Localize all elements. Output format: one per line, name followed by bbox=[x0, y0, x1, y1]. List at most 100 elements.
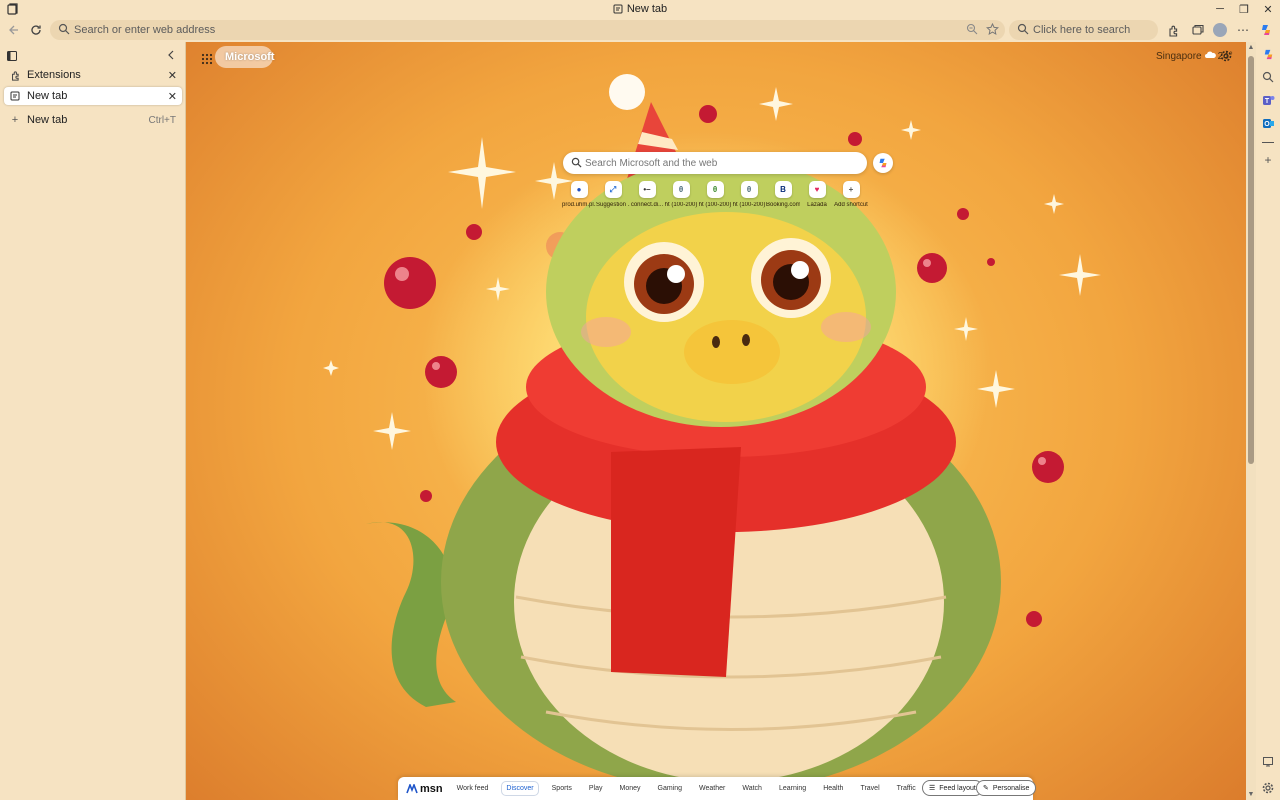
feed-tab-travel[interactable]: Travel bbox=[856, 782, 883, 795]
copilot-search-button[interactable] bbox=[873, 153, 893, 173]
shortcut-label: Suggestion ... bbox=[596, 202, 630, 208]
shortcut-label: Lazada bbox=[807, 202, 827, 208]
tab-label: Extensions bbox=[27, 69, 81, 81]
extensions-icon bbox=[9, 69, 21, 81]
close-window-button[interactable]: ✕ bbox=[1256, 0, 1280, 18]
app-launcher-icon[interactable] bbox=[198, 50, 216, 68]
scroll-down-arrow-icon[interactable]: ▼ bbox=[1247, 791, 1255, 798]
svg-text:O: O bbox=[1264, 121, 1270, 128]
scrollbar-thumb[interactable] bbox=[1248, 56, 1254, 464]
shortcut-label: ht (100-200) bbox=[732, 202, 766, 208]
page-icon bbox=[613, 4, 623, 17]
feed-tab-learning[interactable]: Learning bbox=[775, 782, 810, 795]
msn-butterfly-icon bbox=[406, 783, 418, 793]
page-icon bbox=[9, 90, 21, 102]
right-sidebar: T O + bbox=[1256, 42, 1280, 800]
toolbar-search-box[interactable] bbox=[1009, 20, 1158, 40]
close-tab-icon[interactable]: ✕ bbox=[168, 90, 177, 103]
window-title-text: New tab bbox=[626, 3, 668, 15]
zoom-icon[interactable] bbox=[966, 23, 980, 37]
feed-tab-watch[interactable]: Watch bbox=[738, 782, 766, 795]
microsoft-button[interactable]: Microsoft bbox=[215, 46, 275, 68]
minimize-button[interactable]: ─ bbox=[1208, 0, 1232, 18]
copilot-icon bbox=[879, 158, 887, 168]
avatar bbox=[1213, 23, 1227, 37]
feed-tab-weather[interactable]: Weather bbox=[695, 782, 729, 795]
layout-icon: ☰ bbox=[929, 785, 936, 792]
search-icon[interactable] bbox=[1260, 69, 1276, 85]
page-scrollbar[interactable]: ▲ ▼ bbox=[1246, 42, 1256, 800]
close-tab-icon[interactable]: ✕ bbox=[168, 69, 177, 82]
tab-actions-icon[interactable] bbox=[6, 50, 18, 65]
site-favicon-icon: ⤢ bbox=[604, 181, 622, 198]
window-title: New tab bbox=[0, 3, 1280, 17]
search-icon bbox=[58, 23, 72, 37]
site-favicon-icon: θ bbox=[672, 181, 690, 198]
personalise-label: Personalise bbox=[992, 784, 1030, 792]
feed-tab-discover[interactable]: Discover bbox=[501, 781, 539, 796]
new-tab-button[interactable]: + New tab Ctrl+T bbox=[4, 111, 182, 129]
address-input[interactable] bbox=[74, 22, 924, 38]
tab-new-tab[interactable]: New tab ✕ bbox=[4, 87, 182, 105]
personalise-button[interactable]: ✎ Personalise bbox=[976, 780, 1037, 796]
toolbar-search-input[interactable] bbox=[1033, 22, 1153, 38]
shortcut-tile[interactable]: •– connect.di... bbox=[630, 181, 664, 221]
sidebar-divider bbox=[1260, 134, 1276, 150]
personalise-icon: ✎ bbox=[983, 785, 989, 792]
collapse-panel-icon[interactable] bbox=[166, 49, 176, 64]
outlook-icon[interactable]: O bbox=[1260, 115, 1276, 131]
shortcut-tile[interactable]: B Booking.com bbox=[766, 181, 800, 221]
shortcut-label: ht (100-200) bbox=[698, 202, 732, 208]
favorite-star-icon[interactable] bbox=[986, 22, 1000, 37]
feed-tab-work-feed[interactable]: Work feed bbox=[453, 782, 493, 795]
site-favicon-icon: B bbox=[774, 181, 792, 198]
feed-tab-sports[interactable]: Sports bbox=[548, 782, 576, 795]
quick-links: ● prod.uhm.pl... ⤢ Suggestion ... •– connect.… bbox=[562, 181, 868, 221]
back-button[interactable] bbox=[6, 22, 22, 38]
feed-tab-money[interactable]: Money bbox=[616, 782, 645, 795]
new-tab-page: Microsoft Singapore 24° ●prod.uhm.pl...⤢… bbox=[186, 42, 1246, 800]
tab-panel-header bbox=[6, 50, 182, 64]
ntp-search-input[interactable] bbox=[585, 155, 855, 171]
add-sidebar-app-icon[interactable]: + bbox=[1260, 152, 1276, 168]
msn-logo[interactable]: msn bbox=[406, 783, 443, 795]
profile-avatar[interactable] bbox=[1212, 22, 1228, 38]
tab-label: New tab bbox=[27, 90, 68, 102]
restore-button[interactable]: ❐ bbox=[1232, 0, 1256, 18]
navigation-bar: ⋯ bbox=[0, 18, 1280, 42]
shortcut-tile[interactable]: ● prod.uhm.pl... bbox=[562, 181, 596, 221]
copilot-icon[interactable] bbox=[1258, 22, 1274, 38]
address-bar[interactable] bbox=[50, 20, 1005, 40]
shortcut-tile[interactable]: ♥ Lazada bbox=[800, 181, 834, 221]
shortcut-tile[interactable]: θ ht (100-200) bbox=[664, 181, 698, 221]
page-settings-gear-icon[interactable] bbox=[1220, 50, 1234, 64]
ntp-search-box[interactable] bbox=[563, 152, 867, 174]
shortcut-tile[interactable]: θ ht (100-200) bbox=[698, 181, 732, 221]
feed-tab-play[interactable]: Play bbox=[585, 782, 607, 795]
hide-sidebar-icon[interactable] bbox=[1260, 754, 1276, 770]
msn-feed-bar: msn Work feed Discover Sports Play Money Gami… bbox=[398, 777, 1037, 800]
feed-tab-health[interactable]: Health bbox=[819, 782, 847, 795]
sidebar-settings-gear-icon[interactable] bbox=[1260, 780, 1276, 796]
feed-tab-gaming[interactable]: Gaming bbox=[654, 782, 687, 795]
more-menu-button[interactable]: ⋯ bbox=[1235, 22, 1251, 38]
site-favicon-icon: ♥ bbox=[808, 181, 826, 198]
collections-icon[interactable] bbox=[1190, 22, 1206, 38]
title-bar: New tab ─ ❐ ✕ bbox=[0, 0, 1280, 18]
teams-icon[interactable]: T bbox=[1260, 92, 1276, 108]
copilot-icon[interactable] bbox=[1260, 46, 1276, 62]
plus-icon: + bbox=[842, 181, 860, 198]
scroll-up-arrow-icon[interactable]: ▲ bbox=[1247, 44, 1255, 51]
refresh-button[interactable] bbox=[28, 22, 44, 38]
tab-extensions[interactable]: Extensions ✕ bbox=[4, 66, 182, 84]
shortcut-tile[interactable]: ⤢ Suggestion ... bbox=[596, 181, 630, 221]
shortcut-tile[interactable]: θ ht (100-200) bbox=[732, 181, 766, 221]
shortcut-label: Booking.com bbox=[766, 202, 800, 208]
add-shortcut-tile[interactable]: + Add shortcut bbox=[834, 181, 868, 221]
shortcut-label: Add shortcut bbox=[834, 202, 868, 208]
shortcut-label: prod.uhm.pl... bbox=[562, 202, 596, 208]
feed-layout-button[interactable]: ☰ Feed layout bbox=[922, 780, 983, 796]
plus-icon: + bbox=[11, 114, 19, 126]
extensions-icon[interactable] bbox=[1165, 22, 1181, 38]
feed-tab-traffic[interactable]: Traffic bbox=[893, 782, 920, 795]
